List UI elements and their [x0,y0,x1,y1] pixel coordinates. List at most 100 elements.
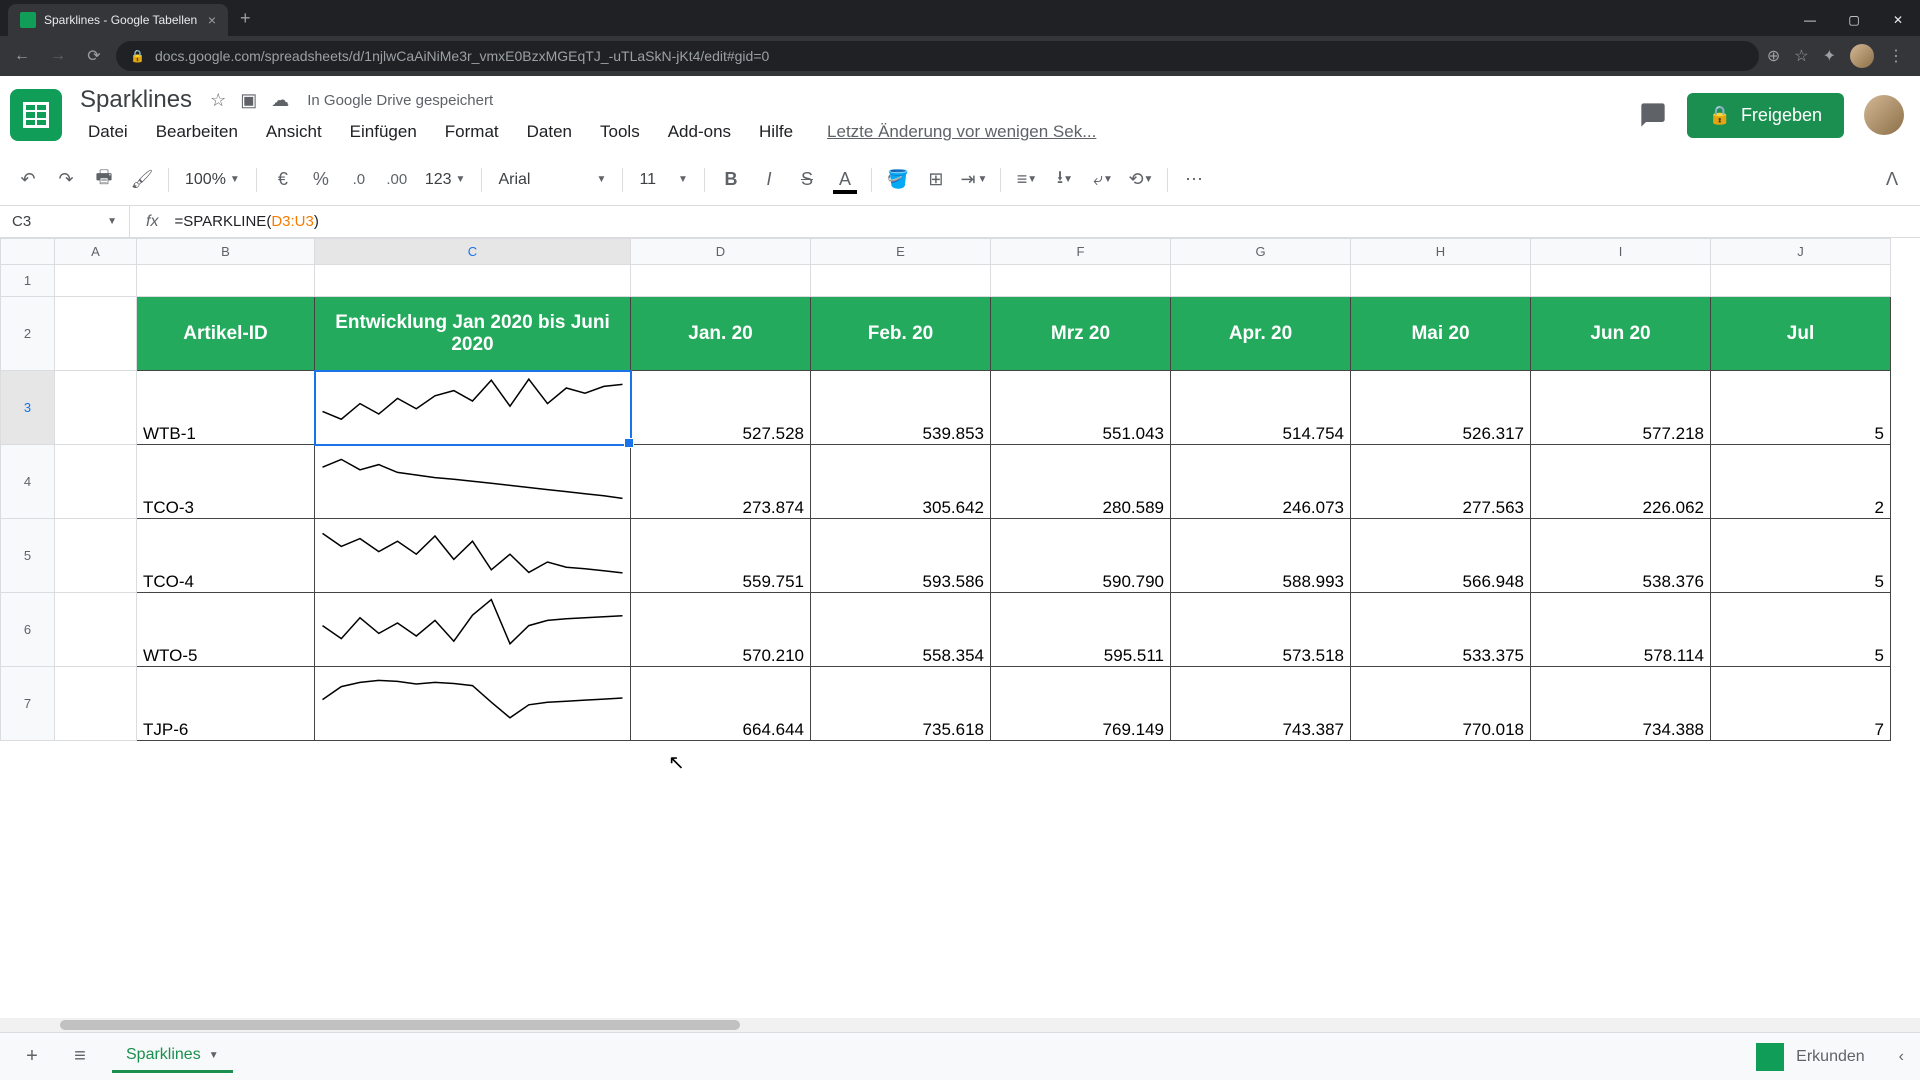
value-cell[interactable]: 734.388 [1531,667,1711,741]
header-cell[interactable]: Artikel-ID [137,297,315,371]
percent-button[interactable]: % [305,164,337,196]
share-button[interactable]: 🔒 Freigeben [1687,93,1844,138]
fill-color-button[interactable]: 🪣 [882,164,914,196]
value-cell[interactable]: 573.518 [1171,593,1351,667]
menu-item[interactable]: Datei [76,118,140,146]
header-cell[interactable]: Entwicklung Jan 2020 bis Juni 2020 [315,297,631,371]
cell[interactable] [55,297,137,371]
value-cell[interactable]: 280.589 [991,445,1171,519]
menu-item[interactable]: Format [433,118,511,146]
value-cell[interactable]: 526.317 [1351,371,1531,445]
move-doc-icon[interactable]: ▣ [240,90,257,111]
sheets-logo-icon[interactable] [10,89,62,141]
header-cell[interactable]: Mrz 20 [991,297,1171,371]
value-cell[interactable]: 559.751 [631,519,811,593]
new-tab-button[interactable]: + [228,8,263,29]
undo-button[interactable]: ↶ [12,164,44,196]
value-cell[interactable]: 593.586 [811,519,991,593]
value-cell[interactable]: 2 [1711,445,1891,519]
header-cell[interactable]: Apr. 20 [1171,297,1351,371]
cell[interactable] [631,265,811,297]
cell[interactable] [315,265,631,297]
sparkline-cell[interactable] [315,667,631,741]
explore-button[interactable]: Erkunden [1756,1043,1865,1071]
back-button[interactable]: ← [8,42,36,70]
minimize-button[interactable]: — [1788,4,1832,36]
reload-button[interactable]: ⟳ [80,42,108,70]
value-cell[interactable]: 5 [1711,371,1891,445]
value-cell[interactable]: 578.114 [1531,593,1711,667]
close-window-button[interactable]: ✕ [1876,4,1920,36]
column-header[interactable]: A [55,239,137,265]
row-header[interactable]: 5 [1,519,55,593]
cell[interactable] [811,265,991,297]
column-header[interactable]: I [1531,239,1711,265]
header-cell[interactable]: Jun 20 [1531,297,1711,371]
row-header[interactable]: 2 [1,297,55,371]
sheet-tab[interactable]: Sparklines▼ [112,1040,233,1073]
article-id-cell[interactable]: TJP-6 [137,667,315,741]
value-cell[interactable]: 558.354 [811,593,991,667]
row-header[interactable]: 7 [1,667,55,741]
column-header[interactable]: J [1711,239,1891,265]
print-button[interactable]: 🖶 [88,164,120,196]
cell[interactable] [55,371,137,445]
profile-avatar-icon[interactable] [1850,44,1874,68]
menu-item[interactable]: Hilfe [747,118,805,146]
h-align-button[interactable]: ≡▼ [1011,164,1043,196]
bold-button[interactable]: B [715,164,747,196]
collapse-toolbar-button[interactable]: ᐱ [1876,164,1908,196]
value-cell[interactable]: 664.644 [631,667,811,741]
cell[interactable] [1171,265,1351,297]
zoom-icon[interactable]: ⊕ [1767,46,1780,66]
value-cell[interactable]: 590.790 [991,519,1171,593]
text-color-button[interactable]: A [829,164,861,196]
menu-item[interactable]: Einfügen [338,118,429,146]
header-cell[interactable]: Mai 20 [1351,297,1531,371]
value-cell[interactable]: 5 [1711,593,1891,667]
value-cell[interactable]: 769.149 [991,667,1171,741]
redo-button[interactable]: ↷ [50,164,82,196]
value-cell[interactable]: 551.043 [991,371,1171,445]
more-toolbar-button[interactable]: ⋯ [1178,164,1210,196]
close-tab-icon[interactable]: × [208,12,216,28]
column-header[interactable]: H [1351,239,1531,265]
extensions-icon[interactable]: ✦ [1823,46,1836,66]
cell[interactable] [55,519,137,593]
comments-icon[interactable] [1639,101,1667,129]
header-cell[interactable]: Feb. 20 [811,297,991,371]
cell[interactable] [1351,265,1531,297]
article-id-cell[interactable]: TCO-4 [137,519,315,593]
text-rotate-button[interactable]: ⟲▼ [1125,164,1157,196]
browser-tab[interactable]: Sparklines - Google Tabellen × [8,4,228,36]
value-cell[interactable]: 514.754 [1171,371,1351,445]
url-field[interactable]: 🔒 docs.google.com/spreadsheets/d/1njlwCa… [116,41,1759,71]
value-cell[interactable]: 273.874 [631,445,811,519]
menu-item[interactable]: Bearbeiten [144,118,250,146]
sparkline-cell[interactable] [315,371,631,445]
select-all-corner[interactable] [1,239,55,265]
decrease-decimal-button[interactable]: .0 [343,164,375,196]
cell[interactable] [55,667,137,741]
value-cell[interactable]: 527.528 [631,371,811,445]
value-cell[interactable]: 577.218 [1531,371,1711,445]
value-cell[interactable]: 743.387 [1171,667,1351,741]
menu-item[interactable]: Tools [588,118,652,146]
value-cell[interactable]: 246.073 [1171,445,1351,519]
sparkline-cell[interactable] [315,519,631,593]
number-format-select[interactable]: 123▼ [419,171,472,189]
menu-item[interactable]: Ansicht [254,118,334,146]
row-header[interactable]: 1 [1,265,55,297]
sparkline-cell[interactable] [315,593,631,667]
cell[interactable] [1531,265,1711,297]
column-header[interactable]: G [1171,239,1351,265]
column-header[interactable]: E [811,239,991,265]
value-cell[interactable]: 277.563 [1351,445,1531,519]
column-header[interactable]: D [631,239,811,265]
article-id-cell[interactable]: WTB-1 [137,371,315,445]
all-sheets-button[interactable]: ≡ [64,1041,96,1073]
star-icon[interactable]: ☆ [1794,46,1808,66]
cell[interactable] [1711,265,1891,297]
value-cell[interactable]: 533.375 [1351,593,1531,667]
column-header[interactable]: B [137,239,315,265]
